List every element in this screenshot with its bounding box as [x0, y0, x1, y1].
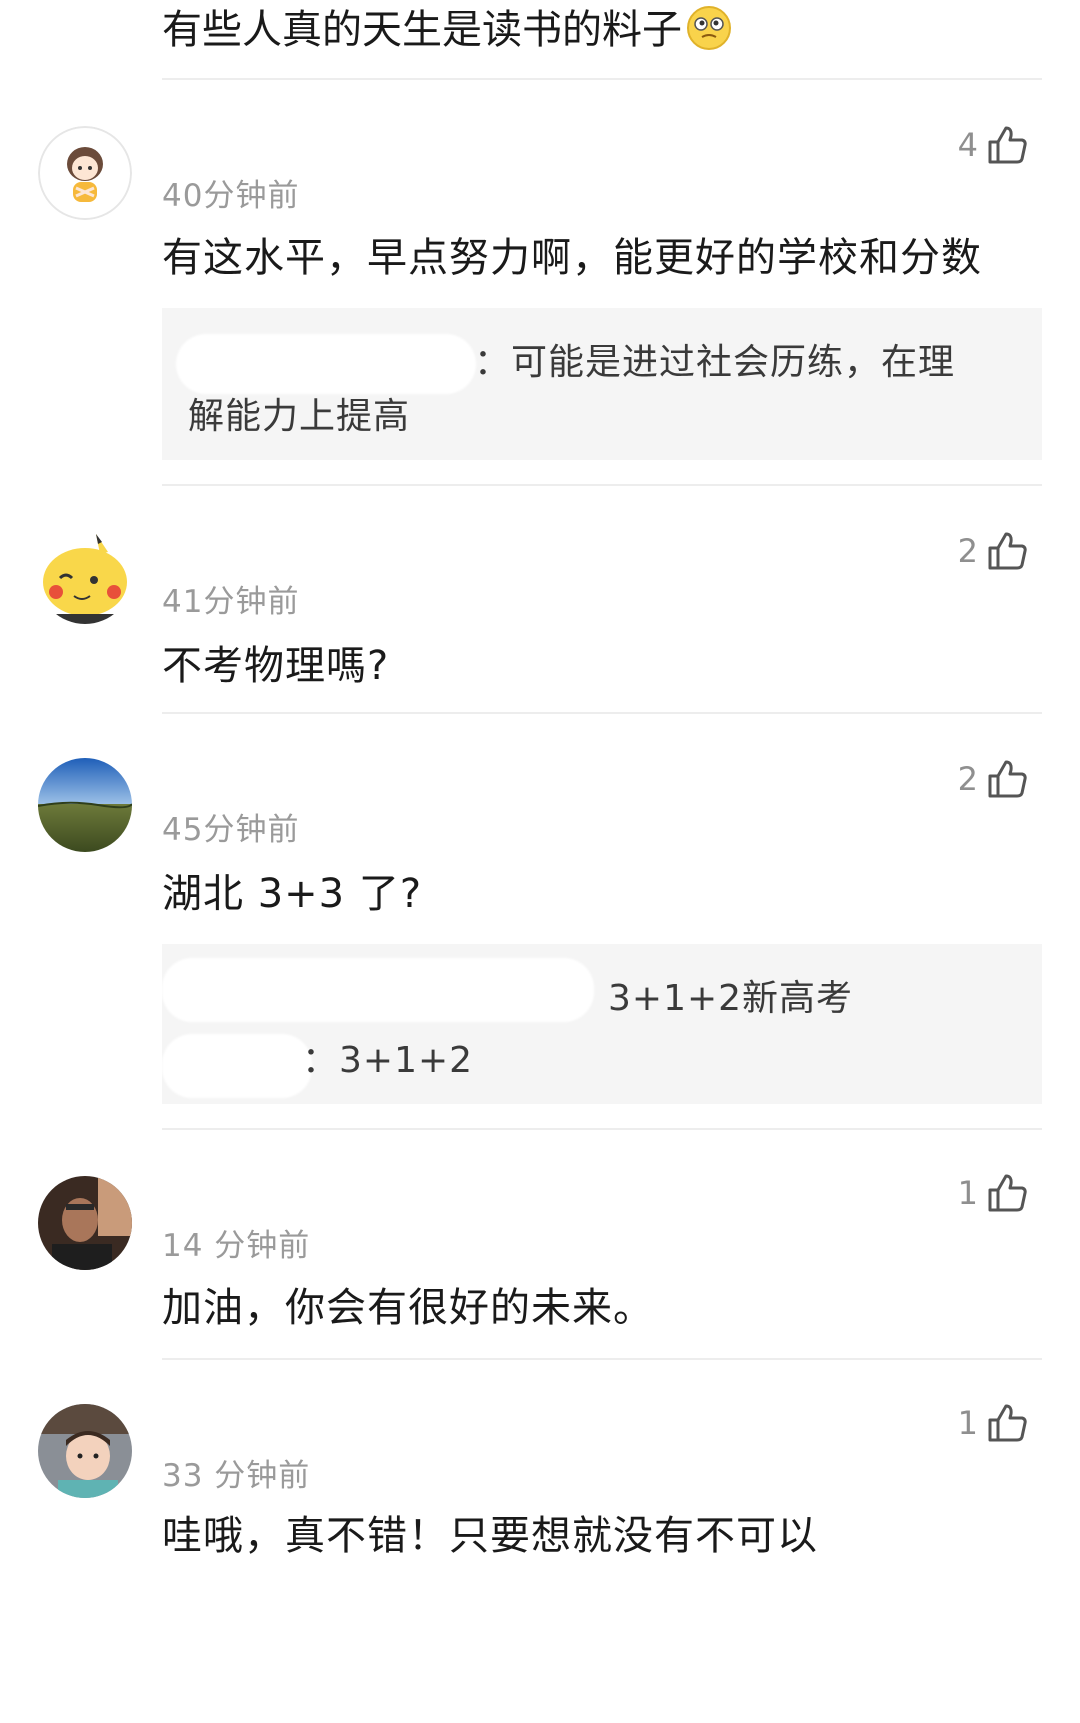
cartoon-girl-avatar [38, 126, 132, 220]
like-count: 1 [957, 1174, 978, 1212]
comments-page: 有些人真的天生是读书的料子 4 40分钟前 有这水平，早点努力啊，能更好的学校和… [0, 0, 1080, 1723]
divider [162, 78, 1042, 80]
comment-text: 不考物理嗎? [162, 643, 390, 689]
reply-preview[interactable]: 3+1+2新高考 ：3+1+2 [162, 944, 1042, 1104]
like-count: 1 [957, 1404, 978, 1442]
like-button[interactable]: 2 [958, 758, 1028, 800]
thumbs-up-icon [988, 760, 1027, 798]
like-count: 4 [957, 126, 978, 164]
divider [162, 484, 1042, 486]
thinking-face-icon [686, 5, 732, 51]
reply-text: 3+1+2新高考 [608, 978, 854, 1019]
comment-time: 40分钟前 [162, 178, 300, 214]
thumbs-up-icon [988, 1404, 1027, 1442]
like-count: 2 [957, 532, 978, 570]
thumbs-up-icon [988, 1174, 1027, 1212]
thumbs-up-icon [988, 532, 1027, 570]
comment-time: 14 分钟前 [162, 1228, 311, 1264]
child-photo-avatar [38, 1404, 132, 1498]
comment-text: 加油，你会有很好的未来。 [162, 1285, 654, 1331]
comment-time: 41分钟前 [162, 584, 300, 620]
like-button[interactable]: 4 [958, 124, 1028, 166]
comment-time: 45分钟前 [162, 812, 300, 848]
pikachu-avatar [38, 530, 132, 624]
reply-text: ：可能是进过社会历练，在理 [474, 342, 956, 383]
avatar[interactable] [38, 1176, 132, 1270]
avatar[interactable] [38, 126, 132, 220]
redacted-username [176, 334, 476, 394]
divider [162, 1128, 1042, 1130]
reply-text: ：3+1+2 [302, 1040, 474, 1081]
thumbs-up-icon [988, 126, 1027, 164]
comment-text: 哇哦，真不错！只要想就没有不可以 [162, 1513, 818, 1559]
man-photo-avatar [38, 1176, 132, 1270]
redacted-username [162, 958, 594, 1022]
comment-text-content: 有些人真的天生是读书的料子 [162, 7, 682, 53]
like-count: 2 [957, 760, 978, 798]
avatar[interactable] [38, 530, 132, 624]
comment-text: 有些人真的天生是读书的料子 [162, 0, 732, 60]
comment-time: 33 分钟前 [162, 1458, 311, 1494]
like-button[interactable]: 1 [958, 1402, 1028, 1444]
like-button[interactable]: 1 [958, 1172, 1028, 1214]
reply-preview[interactable]: ：可能是进过社会历练，在理 解能力上提高 [162, 308, 1042, 460]
reply-text: 解能力上提高 [188, 396, 411, 437]
divider [162, 712, 1042, 714]
comment-text: 湖北 3+3 了? [162, 871, 423, 917]
redacted-username [162, 1034, 312, 1098]
divider [162, 1358, 1042, 1360]
avatar[interactable] [38, 1404, 132, 1498]
comment-text: 有这水平，早点努力啊，能更好的学校和分数 [162, 235, 982, 281]
like-button[interactable]: 2 [958, 530, 1028, 572]
landscape-avatar [38, 758, 132, 852]
avatar[interactable] [38, 758, 132, 852]
